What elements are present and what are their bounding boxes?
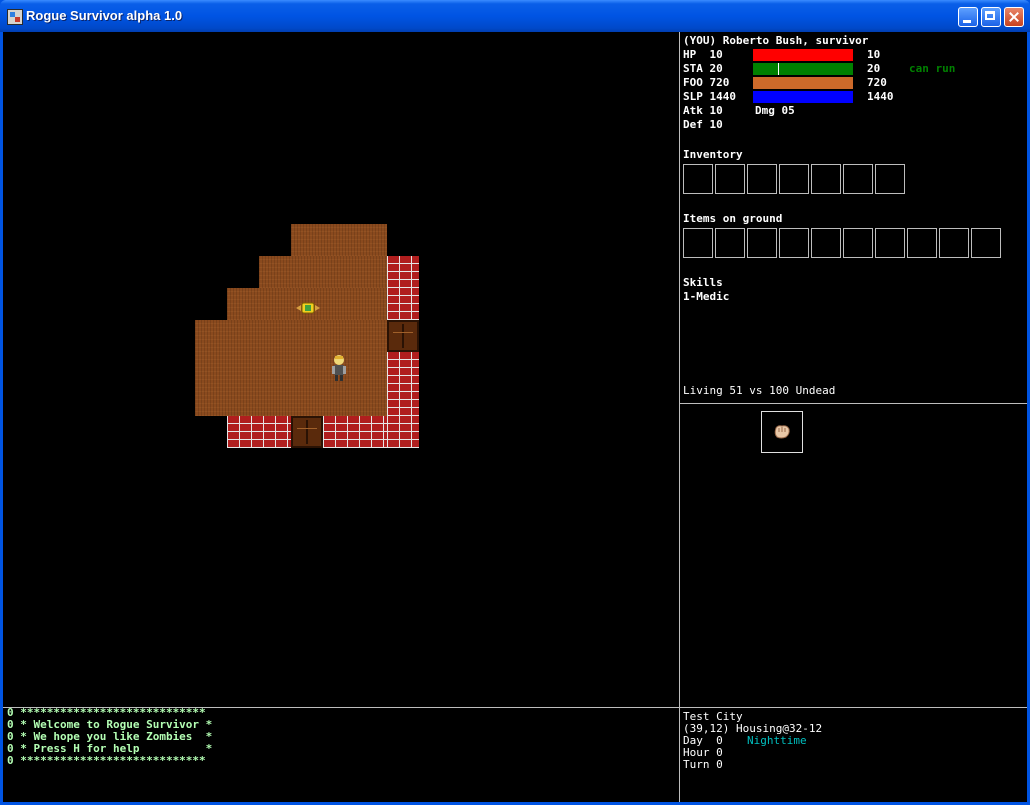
ground-slot[interactable] — [971, 228, 1001, 258]
inventory-slot[interactable] — [875, 164, 905, 194]
stat-label: SLP 1440 — [683, 90, 736, 103]
stat-max: 10 — [867, 48, 881, 61]
survivor-sprite[interactable] — [329, 354, 349, 382]
ground-slot[interactable] — [907, 228, 937, 258]
inventory-slot[interactable] — [683, 164, 713, 194]
minimize-button[interactable] — [958, 7, 978, 27]
door[interactable] — [387, 320, 419, 352]
ground-slot[interactable] — [715, 228, 745, 258]
inventory-slots — [683, 164, 907, 194]
floor-tile — [259, 256, 387, 288]
door[interactable] — [291, 416, 323, 448]
food-item-icon[interactable] — [295, 300, 321, 316]
stat-max: 20 — [867, 62, 881, 75]
app-icon — [7, 9, 23, 25]
floor-tile — [291, 224, 387, 256]
inventory-slot[interactable] — [843, 164, 873, 194]
ground-item-slots — [683, 228, 1003, 258]
stat-label: STA 20 — [683, 62, 723, 75]
player-header: (YOU) Roberto Bush, survivor — [683, 34, 869, 47]
ground-slot[interactable] — [747, 228, 777, 258]
run-status: can run — [909, 62, 956, 75]
attack-stat: Atk 10 — [683, 104, 723, 117]
ground-slot[interactable] — [811, 228, 841, 258]
stat-label: HP 10 — [683, 48, 723, 61]
stat-label: FOO 720 — [683, 76, 730, 89]
stat-max: 720 — [867, 76, 887, 89]
game-window: Rogue Survivor alpha 1.0 (YOU) Roberto B… — [0, 0, 1030, 805]
brick-wall — [387, 256, 419, 320]
brick-wall — [323, 416, 387, 448]
census-text: Living 51 vs 100 Undead — [683, 384, 836, 397]
turn-counter: Turn 0 — [683, 758, 723, 771]
message-line: 0 **************************** — [7, 754, 206, 767]
sleep-bar — [753, 91, 853, 103]
ground-slot[interactable] — [779, 228, 809, 258]
maximize-button[interactable] — [981, 7, 1001, 27]
defense-stat: Def 10 — [683, 118, 723, 131]
fist-icon — [773, 424, 791, 440]
inventory-label: Inventory — [683, 148, 743, 161]
time-of-day: Nighttime — [747, 734, 807, 747]
panel-divider-vertical — [679, 32, 680, 802]
title-bar[interactable]: Rogue Survivor alpha 1.0 — [0, 0, 1030, 32]
ground-slot[interactable] — [875, 228, 905, 258]
inventory-slot[interactable] — [779, 164, 809, 194]
ground-slot[interactable] — [683, 228, 713, 258]
selected-item-slot[interactable] — [761, 411, 803, 453]
damage-stat: Dmg 05 — [755, 104, 795, 117]
food-bar — [753, 77, 853, 89]
skills-label: Skills — [683, 276, 723, 289]
stamina-bar — [753, 63, 853, 75]
game-client-area: (YOU) Roberto Bush, survivor HP 10 10 ST… — [3, 32, 1027, 802]
inventory-slot[interactable] — [747, 164, 777, 194]
brick-wall — [227, 416, 291, 448]
floor-tile — [195, 320, 387, 416]
stat-max: 1440 — [867, 90, 894, 103]
close-button[interactable] — [1004, 7, 1024, 27]
ground-slot[interactable] — [939, 228, 969, 258]
ground-items-label: Items on ground — [683, 212, 783, 225]
map-view[interactable] — [3, 32, 679, 707]
hp-bar — [753, 49, 853, 61]
skill-item: 1-Medic — [683, 290, 730, 303]
window-title: Rogue Survivor alpha 1.0 — [26, 8, 183, 23]
stamina-marker — [778, 63, 779, 75]
ground-slot[interactable] — [843, 228, 873, 258]
brick-wall — [387, 352, 419, 448]
status-divider — [680, 403, 1027, 404]
inventory-slot[interactable] — [811, 164, 841, 194]
inventory-slot[interactable] — [715, 164, 745, 194]
